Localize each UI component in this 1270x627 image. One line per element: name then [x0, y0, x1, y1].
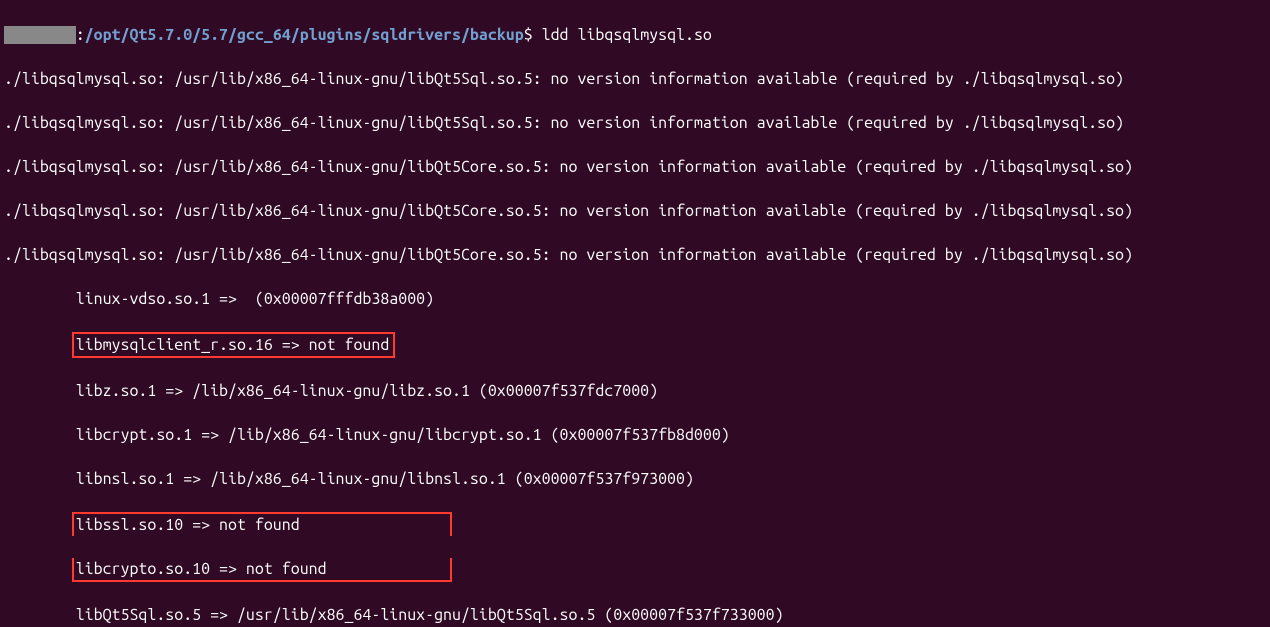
lib-entry: libnsl.so.1 => /lib/x86_64-linux-gnu/lib…: [76, 470, 694, 488]
prompt-separator: :: [76, 26, 85, 44]
ldd-line: libQt5Sql.so.5 => /usr/lib/x86_64-linux-…: [4, 604, 1266, 626]
ldd-line: linux-vdso.so.1 => (0x00007fffdb38a000): [4, 288, 1266, 310]
terminal-output[interactable]: :/opt/Qt5.7.0/5.7/gcc_64/plugins/sqldriv…: [0, 0, 1270, 627]
prompt-line: :/opt/Qt5.7.0/5.7/gcc_64/plugins/sqldriv…: [4, 24, 1266, 46]
warning-line: ./libqsqlmysql.so: /usr/lib/x86_64-linux…: [4, 244, 1266, 266]
highlight-box-notfound-bottom: libcrypto.so.10 => not found: [72, 558, 452, 582]
lib-entry: libssl.so.10 => not found: [76, 516, 300, 534]
highlight-box-notfound-top: libssl.so.10 => not found: [72, 512, 452, 536]
prompt-path: /opt/Qt5.7.0/5.7/gcc_64/plugins/sqldrive…: [85, 26, 524, 44]
prompt-dollar: $: [524, 26, 533, 44]
lib-entry: libz.so.1 => /lib/x86_64-linux-gnu/libz.…: [76, 382, 658, 400]
warning-line: ./libqsqlmysql.so: /usr/lib/x86_64-linux…: [4, 156, 1266, 178]
warning-line: ./libqsqlmysql.so: /usr/lib/x86_64-linux…: [4, 68, 1266, 90]
ldd-line: libcrypt.so.1 => /lib/x86_64-linux-gnu/l…: [4, 424, 1266, 446]
highlight-box-notfound: libmysqlclient_r.so.16 => not found: [72, 332, 396, 358]
lib-entry: libcrypt.so.1 => /lib/x86_64-linux-gnu/l…: [76, 426, 730, 444]
prompt-user-obscured: [4, 26, 76, 44]
warning-line: ./libqsqlmysql.so: /usr/lib/x86_64-linux…: [4, 112, 1266, 134]
ldd-line: libnsl.so.1 => /lib/x86_64-linux-gnu/lib…: [4, 468, 1266, 490]
ldd-line: libz.so.1 => /lib/x86_64-linux-gnu/libz.…: [4, 380, 1266, 402]
warning-line: ./libqsqlmysql.so: /usr/lib/x86_64-linux…: [4, 200, 1266, 222]
lib-entry: libQt5Sql.so.5 => /usr/lib/x86_64-linux-…: [76, 606, 784, 624]
command-text: ldd libqsqlmysql.so: [542, 26, 712, 44]
ldd-line-highlight: libcrypto.so.10 => not found: [4, 558, 1266, 582]
ldd-line-highlight: libssl.so.10 => not found: [4, 512, 1266, 536]
ldd-line-highlight: libmysqlclient_r.so.16 => not found: [4, 332, 1266, 358]
lib-entry: libmysqlclient_r.so.16 => not found: [76, 336, 390, 354]
lib-entry: libcrypto.so.10 => not found: [76, 560, 327, 578]
lib-entry: linux-vdso.so.1 => (0x00007fffdb38a000): [76, 290, 434, 308]
